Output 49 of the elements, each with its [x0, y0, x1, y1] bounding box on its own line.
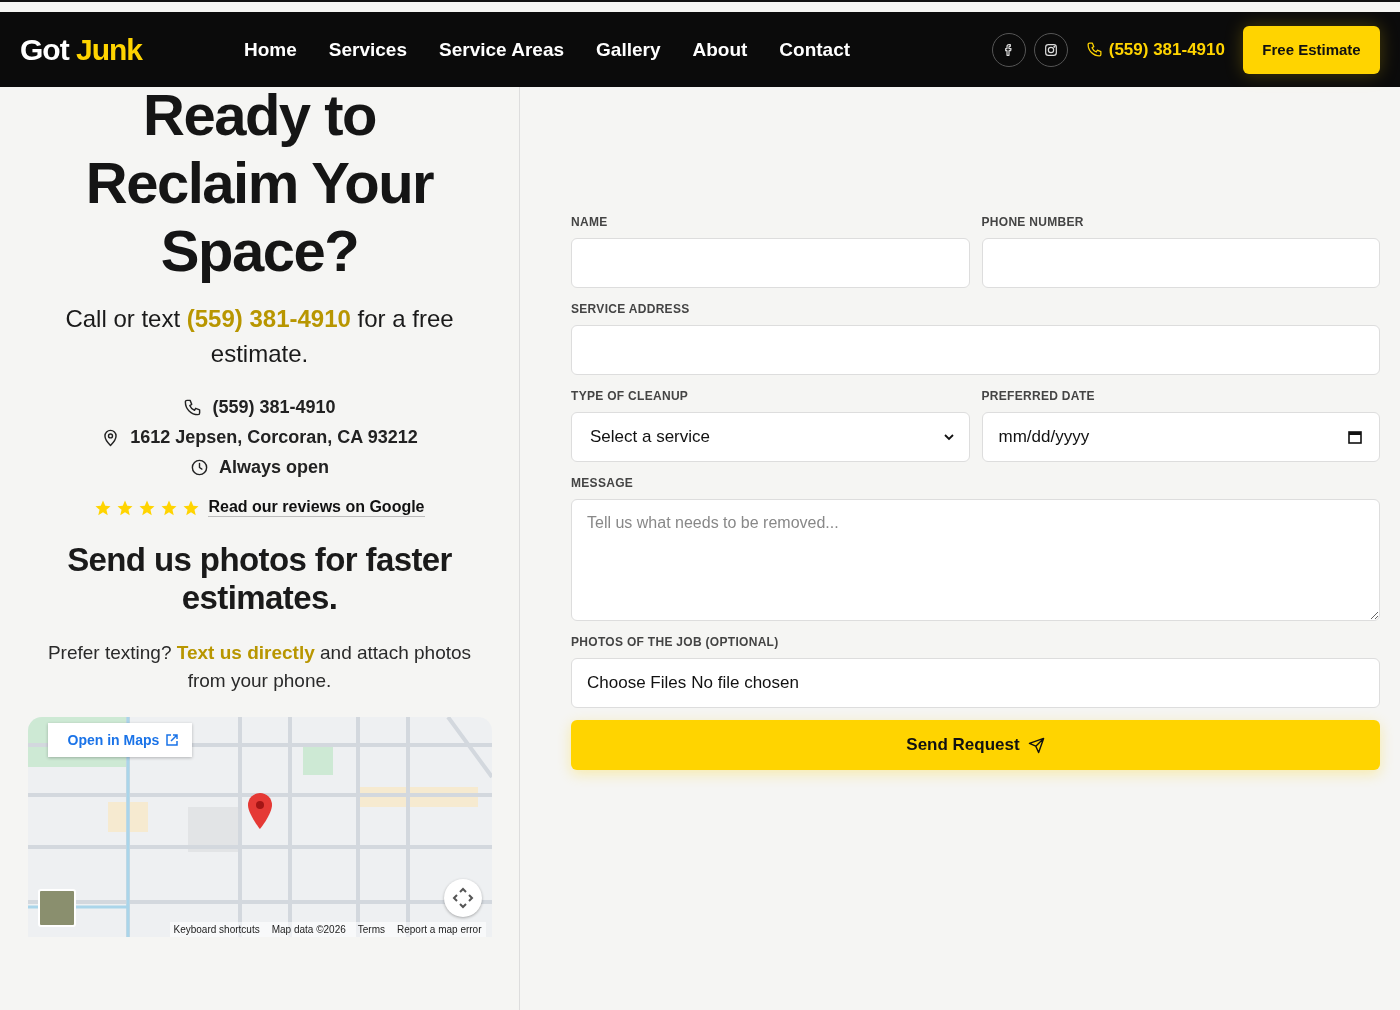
- map-footer-link[interactable]: Report a map error: [397, 924, 482, 935]
- map-type-button[interactable]: [37, 889, 76, 927]
- send-request-button[interactable]: Send Request: [571, 720, 1380, 770]
- nav-link[interactable]: About: [692, 38, 748, 61]
- message-field[interactable]: Tell us what needs to be removed...: [571, 499, 1380, 621]
- phone-icon: [1085, 41, 1103, 58]
- phone-number: (559) 381-4910: [1108, 39, 1225, 60]
- send-icon: [1027, 736, 1045, 754]
- text-field[interactable]: [981, 238, 1380, 288]
- call-text: Call or text (559) 381-4910 for a free estimate.: [64, 304, 455, 369]
- open-in-maps-button[interactable]: Open in Maps: [47, 723, 193, 757]
- phone-link[interactable]: (559) 381-4910: [1085, 39, 1225, 60]
- texting-text: Prefer texting? Text us directly and attach photos from your phone.: [46, 641, 473, 693]
- field-label: PHOTOS OF THE JOB (OPTIONAL): [571, 635, 780, 649]
- date-field[interactable]: mm/dd/yyyy: [981, 412, 1380, 462]
- map-footer-link[interactable]: Keyboard shortcuts: [173, 924, 260, 935]
- field-label: PREFERRED DATE: [981, 389, 1096, 403]
- phone-icon: [183, 398, 203, 417]
- reviews-link[interactable]: Read our reviews on Google: [208, 498, 425, 517]
- text-field[interactable]: [571, 325, 1380, 375]
- calendar-icon[interactable]: [1347, 429, 1363, 445]
- map-footer-link[interactable]: Terms: [357, 924, 385, 935]
- nav-link[interactable]: Contact: [779, 38, 851, 61]
- contact-text: 1612 Jepsen, Corcoran, CA 93212: [130, 427, 418, 448]
- file-status: No file chosen: [691, 673, 799, 693]
- move-arrows-icon: [451, 887, 474, 909]
- section-heading: Send us photos for faster estimates.: [66, 541, 453, 617]
- field-label: PHONE NUMBER: [981, 215, 1085, 229]
- field-label: SERVICE ADDRESS: [571, 302, 691, 316]
- chevron-down-icon: [942, 431, 955, 443]
- external-link-icon: [165, 733, 180, 747]
- nav-link[interactable]: Gallery: [596, 38, 661, 61]
- field-label: NAME: [571, 215, 609, 229]
- map-footer-link[interactable]: Map data ©2026: [271, 924, 346, 935]
- logo[interactable]: Got Junk: [20, 32, 143, 67]
- nav-link[interactable]: Services: [328, 38, 407, 61]
- hero-heading: Ready to Reclaim Your Space?: [84, 81, 435, 285]
- contact-text: Always open: [218, 457, 329, 478]
- field-label: MESSAGE: [571, 476, 635, 490]
- contact-text: (559) 381-4910: [212, 397, 336, 418]
- nav-link[interactable]: Service Areas: [439, 38, 565, 61]
- text-field[interactable]: [571, 238, 970, 288]
- service-select[interactable]: Select a service: [571, 412, 970, 462]
- nav-link[interactable]: Home: [244, 38, 297, 61]
- free-estimate-button[interactable]: Free Estimate: [1243, 25, 1380, 74]
- instagram-icon: [1042, 41, 1059, 58]
- field-label: TYPE OF CLEANUP: [571, 389, 690, 403]
- choose-files-button[interactable]: Choose Files: [587, 673, 687, 693]
- clock-icon: [189, 458, 209, 477]
